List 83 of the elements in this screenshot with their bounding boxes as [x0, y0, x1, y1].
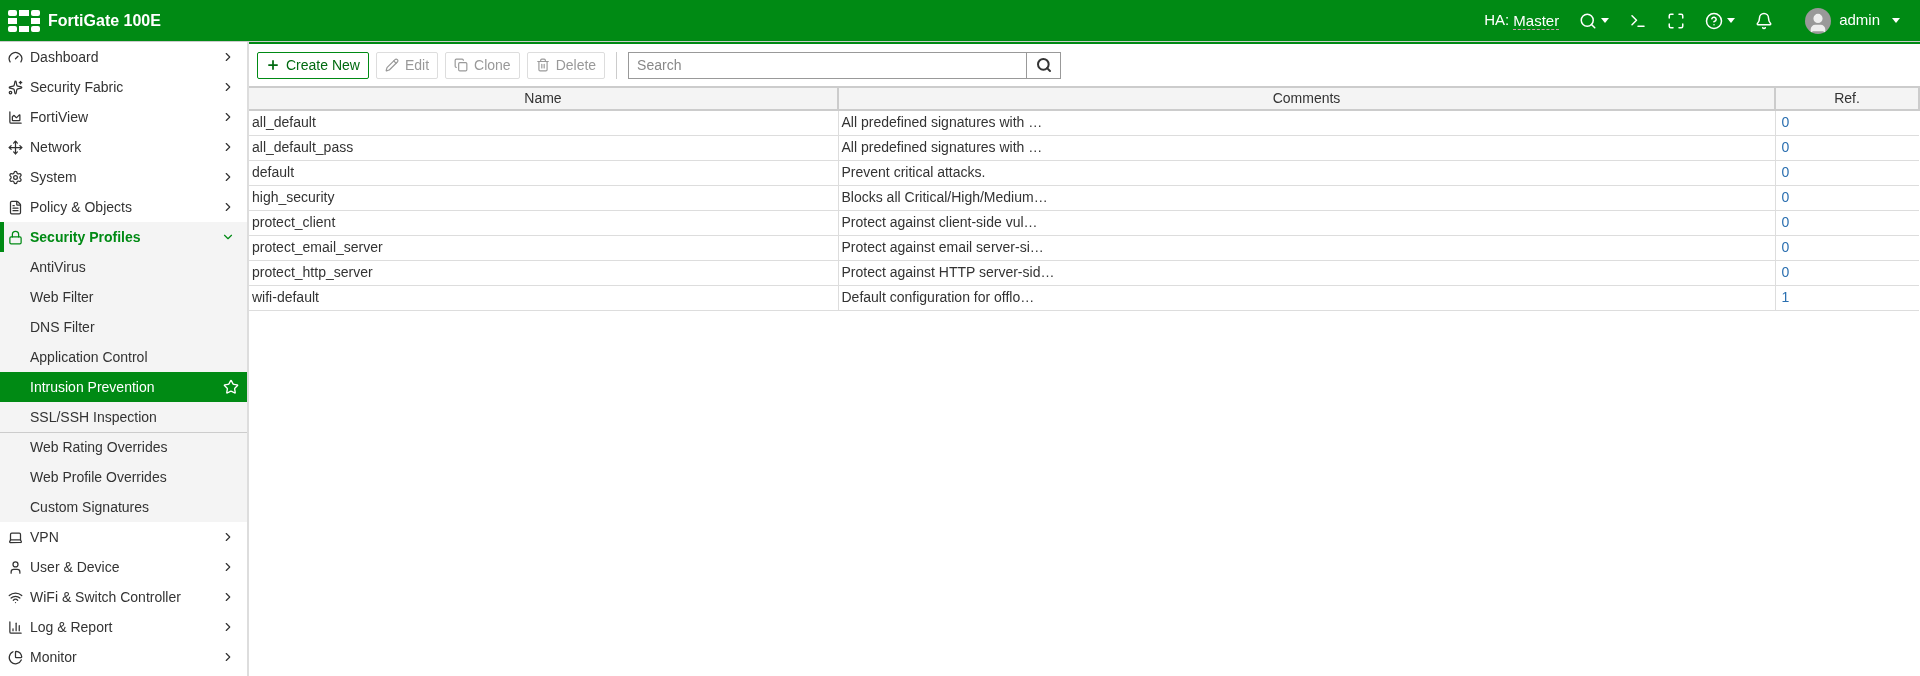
ref-count-link[interactable]: 0	[1775, 210, 1919, 235]
pie-chart-icon	[8, 649, 23, 665]
lock-icon	[8, 229, 23, 245]
user-menu-button[interactable]: admin	[1805, 7, 1900, 34]
sidebar-subitem[interactable]: AntiVirus	[0, 252, 247, 282]
caret-icon	[1601, 18, 1610, 23]
move-arrows-icon	[8, 139, 23, 155]
caret-icon	[1727, 18, 1736, 23]
star-icon[interactable]	[223, 379, 239, 395]
table-cell: Protect against HTTP server-sid…	[838, 260, 1775, 285]
search-menu-button[interactable]	[1579, 11, 1610, 30]
sidebar-subitem[interactable]: SSL/SSH Inspection	[0, 402, 247, 432]
sidebar-subitem[interactable]: Web Profile Overrides	[0, 462, 247, 492]
device-title: FortiGate 100E	[48, 10, 161, 31]
ref-count-link[interactable]: 0	[1775, 235, 1919, 260]
ha-label: HA:	[1484, 10, 1510, 31]
caret-icon	[1892, 18, 1900, 23]
sidebar-subitem[interactable]: Application Control	[0, 342, 247, 372]
table-cell: Default configuration for offlo…	[838, 285, 1775, 310]
logo-icon	[8, 9, 40, 32]
table-cell: All predefined signatures with …	[838, 135, 1775, 160]
search-icon	[1579, 11, 1598, 30]
bar-chart-icon	[8, 619, 23, 635]
sidebar-subitem[interactable]: Web Filter	[0, 282, 247, 312]
sidebar-subitem[interactable]: Custom Signatures	[0, 492, 247, 522]
sidebar-item[interactable]: Log & Report	[0, 612, 247, 642]
table-cell: default	[249, 160, 838, 185]
fullscreen-icon[interactable]	[1667, 11, 1686, 30]
trash-icon	[535, 58, 550, 72]
ref-count-link[interactable]: 0	[1775, 135, 1919, 160]
sidebar-subitem[interactable]: Web Rating Overrides	[0, 432, 247, 462]
sidebar-item[interactable]: VPN	[0, 522, 247, 552]
sparkle-icon	[8, 79, 23, 95]
sidebar-item[interactable]: Monitor	[0, 642, 247, 672]
gauge-icon	[8, 49, 23, 65]
sidebar-item[interactable]: Dashboard	[0, 42, 247, 72]
table-cell: protect_client	[249, 210, 838, 235]
sidebar-item[interactable]: Security Fabric	[0, 72, 247, 102]
table-cell: Blocks all Critical/High/Medium…	[838, 185, 1775, 210]
column-header[interactable]: Ref.	[1775, 87, 1919, 110]
help-menu-button[interactable]	[1705, 11, 1736, 30]
table-cell: All predefined signatures with …	[838, 110, 1775, 135]
table-cell: wifi-default	[249, 285, 838, 310]
bell-icon[interactable]	[1755, 11, 1774, 30]
table-cell: protect_http_server	[249, 260, 838, 285]
search-icon	[1035, 57, 1052, 73]
table-cell: Protect against client-side vul…	[838, 210, 1775, 235]
sidebar-item[interactable]: User & Device	[0, 552, 247, 582]
table-cell: Protect against email server-si…	[838, 235, 1775, 260]
ref-count-link[interactable]: 0	[1775, 160, 1919, 185]
table-cell: protect_email_server	[249, 235, 838, 260]
ref-count-link[interactable]: 0	[1775, 185, 1919, 210]
plus-icon	[266, 58, 280, 72]
sidebar-subitem[interactable]: DNS Filter	[0, 312, 247, 342]
gear-icon	[8, 169, 23, 185]
sidebar-item[interactable]: Network	[0, 132, 247, 162]
sidebar-item[interactable]: Policy & Objects	[0, 192, 247, 222]
toolbar-button[interactable]: Create New	[257, 51, 369, 79]
wifi-icon	[8, 589, 23, 605]
document-icon	[8, 199, 23, 215]
pencil-icon	[384, 58, 399, 72]
ref-count-link[interactable]: 1	[1775, 285, 1919, 310]
table-cell: high_security	[249, 185, 838, 210]
table-cell: all_default	[249, 110, 838, 135]
search-button[interactable]	[1027, 51, 1062, 79]
sidebar-item[interactable]: FortiView	[0, 102, 247, 132]
copy-icon	[454, 58, 469, 72]
sidebar-item[interactable]: System	[0, 162, 247, 192]
sidebar-item[interactable]: Security Profiles	[0, 222, 247, 252]
table-cell: all_default_pass	[249, 135, 838, 160]
ref-count-link[interactable]: 0	[1775, 260, 1919, 285]
search-field[interactable]: Search	[628, 51, 1028, 79]
user-icon	[8, 559, 23, 575]
column-header[interactable]: Name	[249, 87, 838, 110]
help-icon	[1705, 11, 1724, 30]
sidebar-item[interactable]: WiFi & Switch Controller	[0, 582, 247, 612]
area-chart-icon	[8, 109, 23, 125]
column-header[interactable]: Comments	[838, 87, 1775, 110]
ha-status-link[interactable]: Master	[1513, 11, 1560, 30]
sidebar-subitem[interactable]: Intrusion Prevention	[0, 372, 247, 402]
table-cell: Prevent critical attacks.	[838, 160, 1775, 185]
laptop-icon	[8, 529, 23, 545]
ref-count-link[interactable]: 0	[1775, 110, 1919, 135]
